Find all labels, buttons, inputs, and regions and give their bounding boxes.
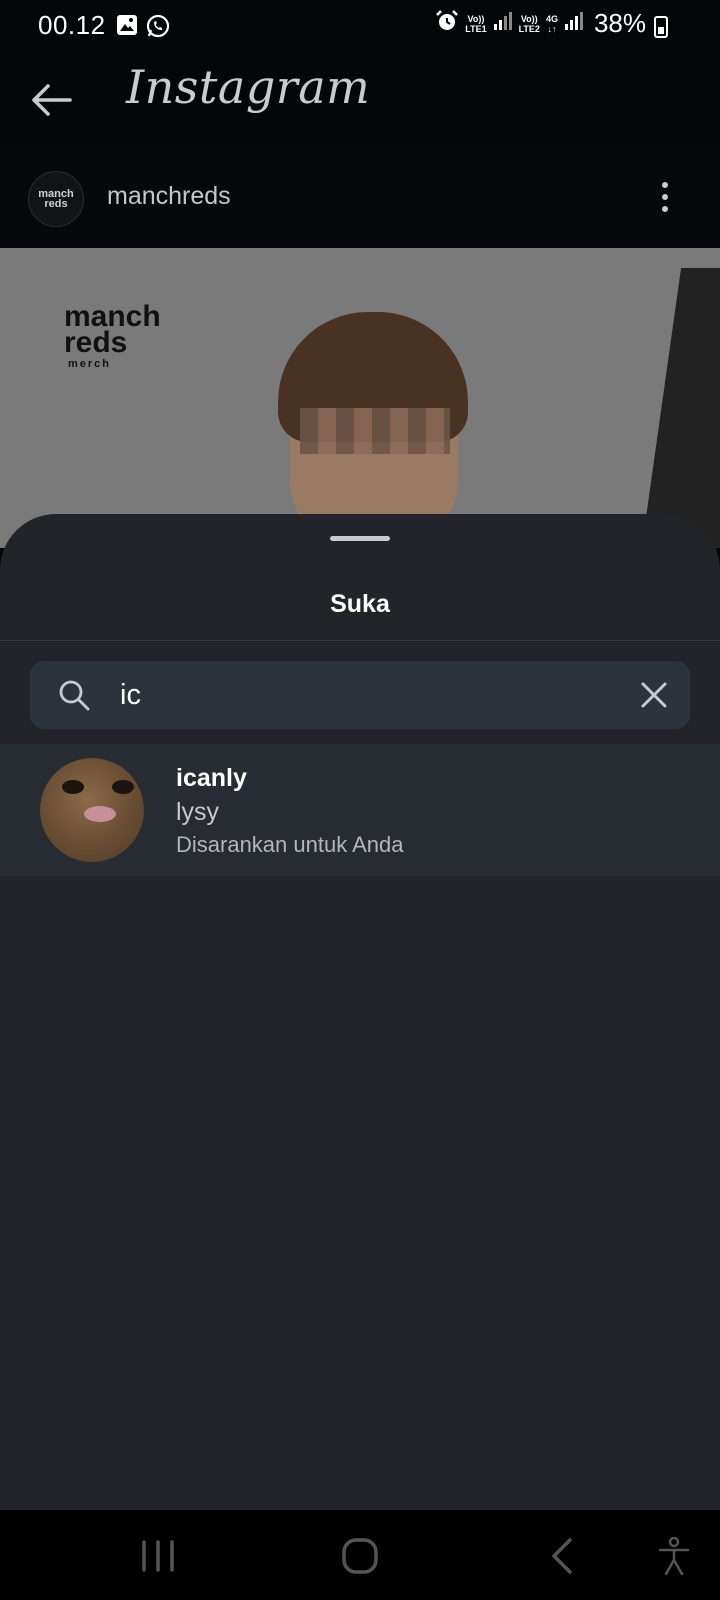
alarm-icon (435, 9, 459, 38)
sheet-title: Suka (330, 590, 390, 618)
list-item[interactable]: icanly lysy Disarankan untuk Anda (0, 744, 720, 876)
sim2-label-bottom: LTE2 (518, 23, 540, 34)
avatar-eye (112, 780, 134, 794)
4g-icon: 4G ↓↑ (545, 13, 558, 34)
brand-logo-line2: reds (64, 326, 128, 359)
brand-logo-tagline: merch (68, 358, 112, 370)
back-icon (552, 1538, 572, 1574)
result-username: icanly (176, 764, 247, 792)
status-time: 00.12 (38, 10, 106, 40)
home-icon (342, 1538, 378, 1574)
search-bar (30, 661, 690, 729)
back-button[interactable] (28, 76, 76, 124)
sim1-label-bottom: LTE1 (465, 23, 487, 34)
battery-icon (654, 16, 668, 38)
sim2-label-top: Vo)) (520, 13, 538, 24)
system-nav-bar (0, 1510, 720, 1600)
status-bar: 00.12 Vo)) LTE1 Vo)) LTE2 4G ↓↑ 38% (0, 0, 720, 52)
status-left-icons (116, 14, 170, 43)
sheet-drag-handle[interactable] (330, 536, 390, 541)
search-icon (59, 680, 90, 711)
accessibility-icon (658, 1536, 690, 1576)
network-label: 4G (545, 13, 558, 24)
volte-lte1-icon: Vo)) LTE1 (465, 14, 486, 34)
app-bar: Instagram (0, 52, 720, 146)
whatsapp-icon (146, 14, 170, 43)
post-header: manch reds manchreds (0, 146, 720, 248)
avatar-text-line2: reds (44, 198, 68, 210)
more-vertical-icon (662, 182, 668, 212)
likes-bottom-sheet: Suka icanly lysy Disarankan untuk Anda (0, 514, 720, 1510)
gallery-icon (116, 14, 138, 43)
clear-search-button[interactable] (638, 679, 670, 711)
post-image[interactable]: manch reds merch (0, 248, 720, 548)
avatar-eye (62, 780, 84, 794)
recents-icon (142, 1540, 174, 1572)
home-button[interactable] (338, 1534, 382, 1578)
result-full-name: lysy (176, 798, 220, 826)
sheet-divider (0, 640, 720, 641)
recents-button[interactable] (136, 1534, 180, 1578)
signal-icon (493, 10, 513, 37)
more-options-button[interactable] (650, 180, 680, 214)
status-right-icons: Vo)) LTE1 Vo)) LTE2 4G ↓↑ 38% (435, 8, 672, 39)
avatar[interactable] (40, 758, 144, 862)
arrow-left-icon (32, 84, 72, 116)
volte-lte2-icon: Vo)) LTE2 (519, 14, 540, 34)
battery-percent: 38% (593, 8, 646, 38)
post-author-avatar[interactable]: manch reds (28, 171, 84, 227)
sim1-label-top: Vo)) (467, 13, 485, 24)
post-author-username[interactable]: manchreds (107, 182, 231, 211)
pixelated-eyes (300, 408, 450, 454)
close-icon (641, 682, 667, 708)
brand-logo: manch reds merch (64, 302, 161, 371)
signal-icon (564, 10, 584, 37)
instagram-logo: Instagram (126, 60, 371, 114)
accessibility-button[interactable] (652, 1534, 696, 1578)
nav-back-button[interactable] (540, 1534, 584, 1578)
search-input[interactable] (120, 673, 640, 717)
avatar-mouth (84, 806, 116, 822)
result-subtitle: Disarankan untuk Anda (176, 832, 404, 857)
background-shape (638, 268, 720, 548)
